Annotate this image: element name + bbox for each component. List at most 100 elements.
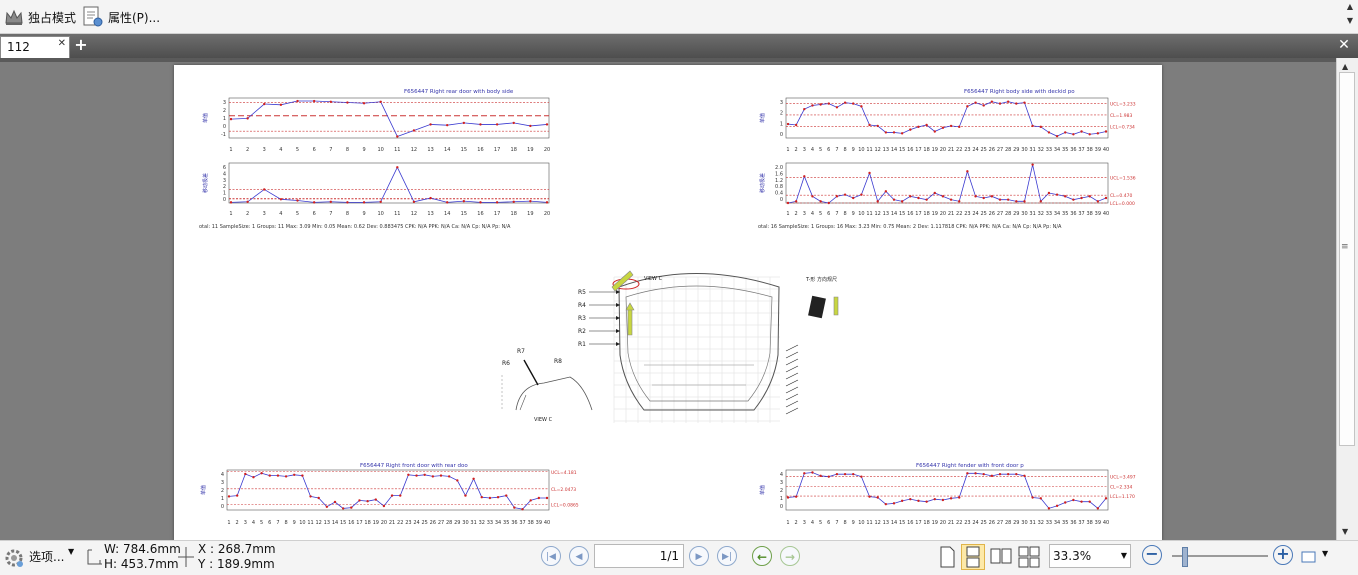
x-tick-label: 17 xyxy=(494,211,500,217)
data-point xyxy=(415,474,418,477)
lid-outline xyxy=(618,273,780,411)
x-tick-label: 25 xyxy=(981,520,987,526)
x-tick-label: 18 xyxy=(511,147,517,153)
data-point xyxy=(1055,193,1059,196)
data-point xyxy=(512,200,515,203)
next-page-icon[interactable]: ▶ xyxy=(689,546,709,566)
data-point xyxy=(794,123,798,127)
document-canvas[interactable]: F656447 Right rear door with body side 3 2… xyxy=(0,58,1336,540)
y-tick-label: 1 xyxy=(221,496,224,502)
x-tick-label: 28 xyxy=(1005,520,1011,526)
zoom-in-icon[interactable]: + xyxy=(1273,545,1293,565)
forward-icon[interactable]: → xyxy=(780,546,800,566)
x-tick-label: 20 xyxy=(940,147,946,153)
toolbar-scroll-up-icon[interactable]: ▲ xyxy=(1344,3,1356,11)
data-point xyxy=(1080,196,1083,200)
data-point xyxy=(925,123,928,127)
scroll-up-icon[interactable]: ▲ xyxy=(1342,62,1348,71)
facing-view-icon[interactable] xyxy=(990,545,1012,569)
fit-dropdown-icon[interactable]: ▼ xyxy=(1322,549,1328,558)
x-tick-label: 10 xyxy=(299,520,305,526)
x-tick-label: 25 xyxy=(422,520,428,526)
continuous-view-icon[interactable] xyxy=(961,544,985,570)
direction-arrow-2 xyxy=(627,307,633,336)
new-tab-icon[interactable]: + xyxy=(74,37,88,53)
control-limit-label: LCL=1.170 xyxy=(1110,494,1135,500)
last-page-icon[interactable]: ▶| xyxy=(717,546,737,566)
back-icon[interactable]: ← xyxy=(752,546,772,566)
x-tick-label: 8 xyxy=(843,211,846,217)
toolbar-scroll-down-icon[interactable]: ▼ xyxy=(1344,17,1356,25)
x-tick-label: 29 xyxy=(1013,520,1019,526)
series-line xyxy=(787,164,1107,204)
x-tick-label: 8 xyxy=(843,147,846,153)
fit-window-icon[interactable] xyxy=(1300,549,1318,565)
y-tick-label: 6 xyxy=(223,165,226,171)
tab-document[interactable]: 112 ✕ xyxy=(0,36,70,58)
x-tick-label: 13 xyxy=(324,520,330,526)
measure-arrow xyxy=(785,393,799,401)
gear-icon[interactable] xyxy=(3,547,25,569)
tab-close-icon[interactable]: ✕ xyxy=(58,38,66,49)
y-tick-label: 2 xyxy=(780,111,783,117)
y-tick-label: 2 xyxy=(780,488,783,494)
page-number-input[interactable]: 1/1 xyxy=(594,544,684,568)
data-point xyxy=(900,499,904,503)
properties-button[interactable]: 属性(P)... xyxy=(82,5,160,29)
data-point xyxy=(293,473,296,476)
x-tick-label: 10 xyxy=(377,211,383,217)
data-point xyxy=(974,195,977,198)
x-tick-label: 28 xyxy=(446,520,452,526)
x-tick-label: 6 xyxy=(827,520,830,526)
x-tick-label: 34 xyxy=(1054,211,1060,217)
options-label[interactable]: 选项... xyxy=(29,548,64,565)
section-label: R3 xyxy=(578,315,586,322)
x-tick-label: 38 xyxy=(1087,147,1093,153)
y-tick-label: 4 xyxy=(221,472,224,478)
x-tick-label: 14 xyxy=(891,147,897,153)
x-tick-label: 38 xyxy=(1087,520,1093,526)
data-point xyxy=(396,135,399,138)
first-page-icon[interactable]: |◀ xyxy=(541,546,561,566)
y-tick-label: 3 xyxy=(780,100,783,106)
x-tick-label: 21 xyxy=(948,147,954,153)
data-point xyxy=(900,200,904,203)
options-dropdown-icon[interactable]: ▼ xyxy=(68,547,74,556)
data-point xyxy=(329,100,332,103)
x-tick-label: 4 xyxy=(811,211,814,217)
data-point xyxy=(811,195,814,198)
measure-arrow xyxy=(785,358,799,366)
x-tick-label: 19 xyxy=(527,147,533,153)
scroll-thumb[interactable] xyxy=(1339,72,1355,446)
x-tick-label: 13 xyxy=(883,520,889,526)
data-point xyxy=(505,494,508,497)
data-point xyxy=(819,103,822,106)
x-tick-label: 17 xyxy=(494,147,500,153)
x-tick-label: 36 xyxy=(1070,147,1076,153)
exclusive-mode-button[interactable]: 独占模式 xyxy=(4,5,76,29)
single-page-view-icon[interactable] xyxy=(936,545,958,569)
zoom-slider-thumb[interactable] xyxy=(1182,547,1188,567)
x-tick-label: 13 xyxy=(883,211,889,217)
view-c-bottom-label: VIEW C xyxy=(534,417,553,423)
data-point xyxy=(325,505,329,508)
data-point xyxy=(512,121,515,125)
zoom-out-icon[interactable]: − xyxy=(1142,545,1162,565)
y-tick-label: 1 xyxy=(780,121,783,127)
x-tick-label: 23 xyxy=(964,211,970,217)
close-all-icon[interactable]: ✕ xyxy=(1337,38,1351,52)
direction-arrow-3 xyxy=(833,296,839,316)
zoom-dropdown-icon[interactable]: ▼ xyxy=(1121,545,1127,567)
scroll-down-icon[interactable]: ▼ xyxy=(1342,527,1348,536)
continuous-facing-view-icon[interactable] xyxy=(1018,545,1040,569)
data-point xyxy=(958,496,961,499)
x-tick-label: 1 xyxy=(786,147,789,153)
x-tick-label: 25 xyxy=(981,211,987,217)
vertical-scrollbar[interactable]: ▲ ≡ ▼ xyxy=(1336,58,1358,540)
x-tick-label: 20 xyxy=(940,211,946,217)
section-label: R4 xyxy=(578,302,586,309)
x-tick-label: 10 xyxy=(858,520,864,526)
zoom-select[interactable]: 33.3% ▼ xyxy=(1049,544,1131,568)
previous-page-icon[interactable]: ◀ xyxy=(569,546,589,566)
y-tick-label: 0 xyxy=(780,132,783,138)
